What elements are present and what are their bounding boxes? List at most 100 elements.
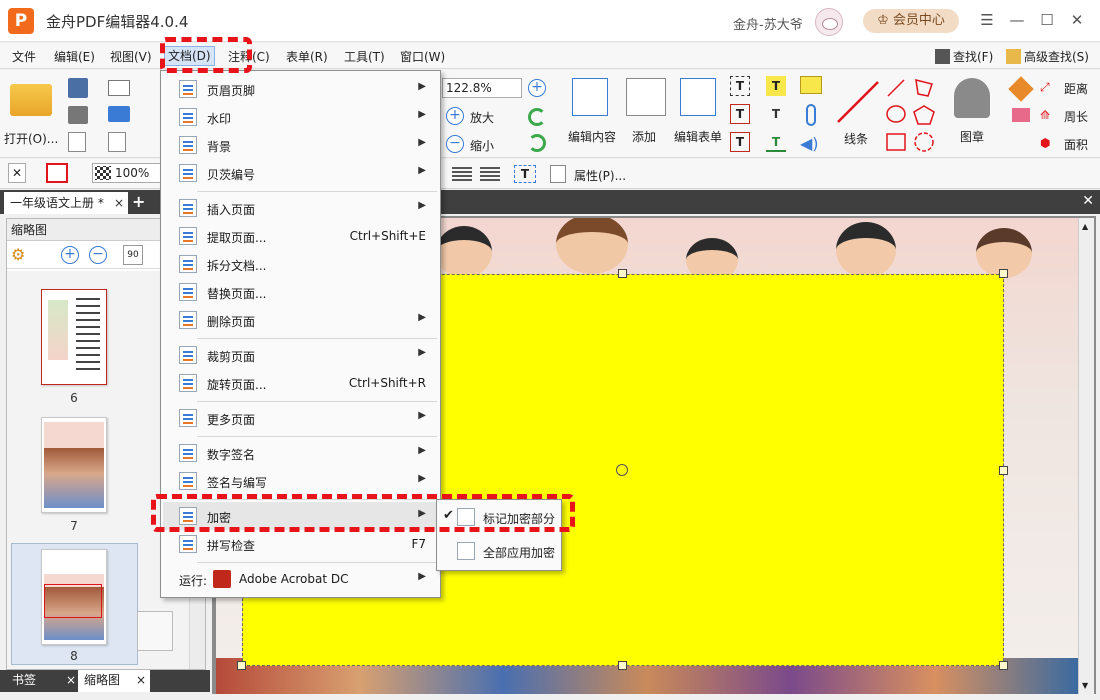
close-button[interactable]: ✕ <box>1068 11 1086 29</box>
edit-content-button[interactable]: 编辑内容 <box>566 74 622 146</box>
tab-thumbnails[interactable]: 缩略图 × <box>78 670 150 692</box>
rotate-ccw-icon[interactable] <box>528 134 546 152</box>
menu-item-header-footer[interactable]: 页眉页脚 ▶ <box>163 75 438 103</box>
upload-icon[interactable] <box>108 106 130 122</box>
save-icon[interactable] <box>68 78 88 98</box>
zoom-out-icon[interactable]: − <box>446 135 464 153</box>
add-button[interactable]: 添加 <box>624 74 668 146</box>
resize-handle[interactable] <box>999 269 1008 278</box>
new-page-icon[interactable] <box>108 132 126 152</box>
menu-edit[interactable]: 编辑(E) <box>54 48 95 65</box>
callout-icon[interactable]: T <box>730 104 750 124</box>
advanced-find-button[interactable]: 高级查找(S) <box>1006 48 1089 65</box>
add-tab-icon[interactable]: + <box>132 192 145 211</box>
minimize-button[interactable]: — <box>1008 11 1026 29</box>
distance-button[interactable]: ⤢ 距离 <box>1040 78 1098 98</box>
sound-icon[interactable]: ◀) <box>800 134 822 153</box>
tab-document[interactable]: 一年级语文上册 * × <box>4 192 128 214</box>
typewriter-icon[interactable]: T <box>730 132 750 152</box>
vip-center-button[interactable]: ♔ 会员中心 <box>863 9 959 33</box>
avatar[interactable] <box>815 8 843 36</box>
run-app-label: Adobe Acrobat DC <box>239 572 349 586</box>
menu-view[interactable]: 视图(V) <box>110 48 152 65</box>
scroll-down-icon[interactable]: ▼ <box>1082 681 1088 690</box>
line-button[interactable]: 线条 <box>832 74 884 146</box>
thumb-zoom-out-icon[interactable]: − <box>89 246 107 264</box>
tab-close-icon[interactable]: × <box>114 192 124 214</box>
edit-form-button[interactable]: 编辑表单 <box>674 74 726 146</box>
resize-handle[interactable] <box>999 661 1008 670</box>
menu-tools[interactable]: 工具(T) <box>344 48 385 65</box>
replace-page-icon <box>179 283 197 301</box>
zoom-in-label[interactable]: 放大 <box>470 109 494 126</box>
menu-item-spell-check[interactable]: 拼写检查 F7 <box>163 530 438 558</box>
highlight-icon[interactable]: T <box>766 76 786 96</box>
open-button[interactable]: 打开(O)... <box>4 74 60 146</box>
menu-item-insert-page[interactable]: 插入页面 ▶ <box>163 194 438 222</box>
menu-item-split-document[interactable]: 拆分文档... <box>163 250 438 278</box>
zoom-input[interactable]: 122.8% <box>442 78 522 98</box>
shapes-grid[interactable] <box>884 74 944 154</box>
align-left-icon[interactable] <box>452 167 472 181</box>
menu-item-extract-page[interactable]: 提取页面... Ctrl+Shift+E <box>163 222 438 250</box>
underline-icon[interactable]: T <box>766 132 786 152</box>
resize-handle[interactable] <box>237 661 246 670</box>
menu-icon[interactable]: ☰ <box>978 11 996 29</box>
rotate-cw-icon[interactable] <box>528 108 546 126</box>
export-icon[interactable] <box>68 132 86 152</box>
menu-item-more-pages[interactable]: 更多页面 ▶ <box>163 404 438 432</box>
zoom-out-label[interactable]: 缩小 <box>470 137 494 154</box>
thumbnail-page-7[interactable] <box>41 417 107 513</box>
zoom-in-small-icon[interactable]: + <box>528 79 546 97</box>
tab-thumbnails-close-icon[interactable]: × <box>136 670 146 690</box>
document-scrollbar[interactable]: ▲ ▼ <box>1078 218 1094 694</box>
menu-item-delete-page[interactable]: 删除页面 ▶ <box>163 306 438 334</box>
resize-handle[interactable] <box>618 661 627 670</box>
find-button[interactable]: 查找(F) <box>935 48 993 65</box>
thumbnail-page-8[interactable] <box>41 549 107 645</box>
resize-handle[interactable] <box>618 269 627 278</box>
rotate-page-icon[interactable]: 90 <box>123 245 143 265</box>
zoom-in-icon[interactable]: + <box>446 107 464 125</box>
menu-file[interactable]: 文件 <box>12 48 36 65</box>
menu-item-crop-page[interactable]: 裁剪页面 ▶ <box>163 341 438 369</box>
note-icon[interactable] <box>800 76 822 94</box>
pencil-icon[interactable] <box>1008 76 1034 102</box>
menu-item-sign-and-write[interactable]: 签名与编写 ▶ <box>163 467 438 495</box>
stamp-button[interactable]: 图章 <box>946 74 1000 152</box>
eraser-icon[interactable] <box>1012 108 1030 122</box>
settings-icon[interactable]: ⚙ <box>11 245 25 264</box>
menu-window[interactable]: 窗口(W) <box>400 48 445 65</box>
menu-item-run-external[interactable]: 运行: Adobe Acrobat DC ▶ <box>163 565 438 593</box>
menu-item-background[interactable]: 背景 ▶ <box>163 131 438 159</box>
menu-item-bates-numbering[interactable]: 贝茨编号 ▶ <box>163 159 438 187</box>
close-document-icon[interactable]: ✕ <box>1082 193 1094 209</box>
opacity-select[interactable]: 100% <box>92 163 168 183</box>
area-button[interactable]: ⬢ 面积 <box>1040 134 1098 154</box>
print-icon[interactable] <box>68 106 88 124</box>
align-right-icon[interactable] <box>480 167 500 181</box>
menu-item-watermark[interactable]: 水印 ▶ <box>163 103 438 131</box>
text-frame-icon[interactable]: T <box>514 165 536 183</box>
menu-form[interactable]: 表单(R) <box>286 48 328 65</box>
menu-item-digital-signature[interactable]: 数字签名 ▶ <box>163 439 438 467</box>
thumb-zoom-in-icon[interactable]: + <box>61 246 79 264</box>
no-fill-icon[interactable]: ✕ <box>8 163 26 183</box>
scroll-up-icon[interactable]: ▲ <box>1082 222 1088 231</box>
menu-item-rotate-page[interactable]: 旋转页面... Ctrl+Shift+R <box>163 369 438 397</box>
perimeter-button[interactable]: ⟰ 周长 <box>1040 106 1098 126</box>
tab-bookmarks-close-icon[interactable]: × <box>66 670 76 690</box>
tab-bookmarks[interactable]: 书签 × <box>6 670 78 692</box>
strikeout-icon[interactable]: T <box>766 104 786 124</box>
resize-handle[interactable] <box>999 466 1008 475</box>
copy-pages-icon[interactable] <box>137 611 173 651</box>
text-box-icon[interactable]: T <box>730 76 750 96</box>
user-name[interactable]: 金舟-苏大爷 <box>733 14 803 33</box>
menu-item-replace-page[interactable]: 替换页面... <box>163 278 438 306</box>
maximize-button[interactable]: ☐ <box>1038 11 1056 29</box>
stroke-color-picker[interactable] <box>46 163 68 183</box>
email-icon[interactable] <box>108 80 130 96</box>
attachment-icon[interactable] <box>806 104 816 126</box>
thumbnail-page-6[interactable] <box>41 289 107 385</box>
submenu-item-apply-all-encrypt[interactable]: 全部应用加密 <box>439 536 559 566</box>
